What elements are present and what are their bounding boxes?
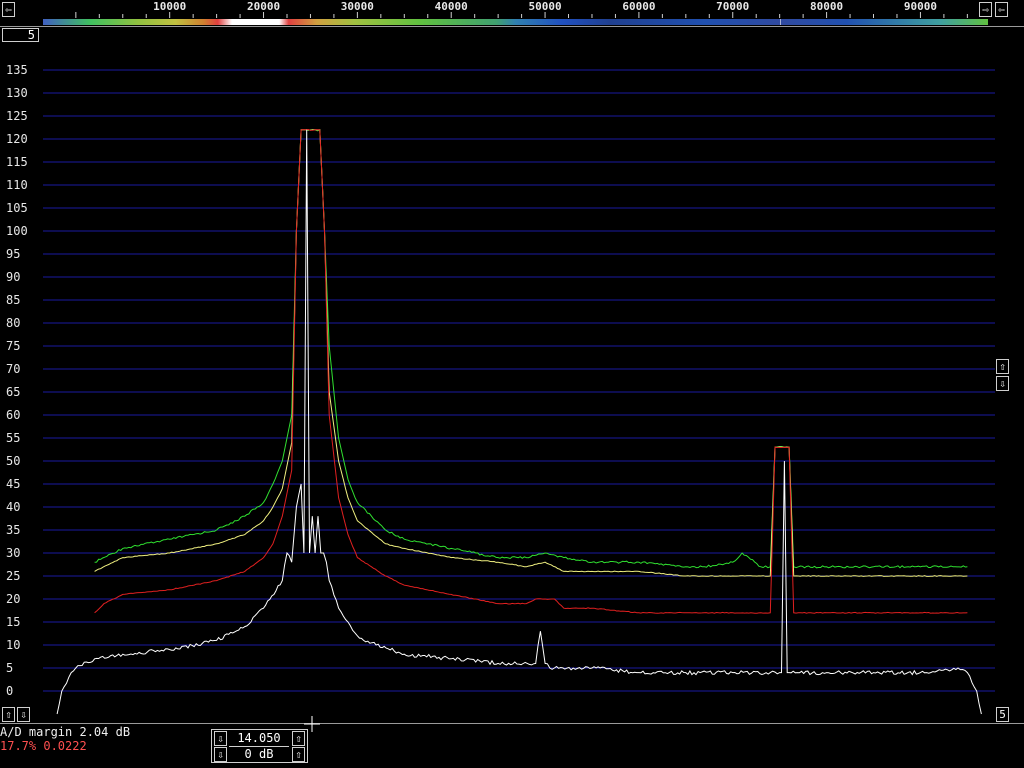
spectrum-trace-green [94,128,968,569]
scale-up-button[interactable]: ⇧ [996,359,1009,374]
overload-text: 17.7% 0.0222 [0,739,87,753]
arrow-down-icon: ⇩ [217,748,224,761]
frequency-field[interactable]: 14.050 [229,731,289,747]
spectrum-plot[interactable] [0,0,1024,768]
crosshair-cursor-icon [304,716,320,732]
level-up-button[interactable]: ⇧ [2,707,15,722]
arrow-down-icon: ⇩ [20,708,27,721]
arrow-up-icon: ⇧ [5,708,12,721]
right-scale-value: 5 [999,708,1006,721]
arrow-up-icon: ⇧ [999,360,1006,373]
frequency-down-button[interactable]: ⇩ [214,731,227,746]
bottom-separator-line [0,723,1024,724]
arrow-down-icon: ⇩ [217,732,224,745]
gain-field[interactable]: 0 dB [229,747,289,762]
scale-down-button[interactable]: ⇩ [996,376,1009,391]
right-scale-box[interactable]: 5 [996,707,1009,722]
ad-margin-text: A/D margin 2.04 dB [0,725,131,739]
level-down-button[interactable]: ⇩ [17,707,30,722]
spectrum-trace-white [56,129,982,715]
arrow-down-icon: ⇩ [999,377,1006,390]
spectrum-trace-yellow [94,129,968,577]
gain-down-button[interactable]: ⇩ [214,747,227,762]
frequency-gain-panel: ⇩ 14.050 ⇧ ⇩ 0 dB ⇧ [211,729,308,763]
arrow-up-icon: ⇧ [295,748,302,761]
frequency-up-button[interactable]: ⇧ [292,731,305,746]
arrow-up-icon: ⇧ [295,732,302,745]
gain-up-button[interactable]: ⇧ [292,747,305,762]
